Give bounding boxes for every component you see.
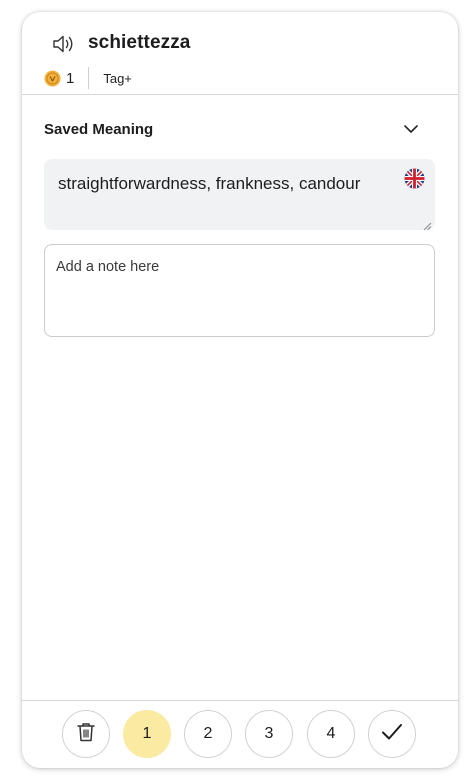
- resize-handle-icon[interactable]: [423, 218, 432, 231]
- delete-button[interactable]: [62, 710, 110, 758]
- trash-icon: [76, 721, 96, 748]
- note-input[interactable]: Add a note here: [44, 244, 435, 337]
- chevron-down-icon[interactable]: [402, 122, 420, 136]
- check-icon: [380, 721, 404, 748]
- coin-count: 1: [66, 69, 75, 87]
- coin-icon: [44, 70, 61, 87]
- uk-flag-icon[interactable]: [404, 168, 425, 189]
- note-placeholder: Add a note here: [56, 259, 160, 275]
- card-header: schiettezza 1 Tag+: [22, 12, 458, 95]
- saved-meaning-title: Saved Meaning: [44, 121, 154, 138]
- confirm-button[interactable]: [368, 710, 416, 758]
- meaning-field[interactable]: straightforwardness, frankness, candour: [44, 159, 435, 231]
- word-title: schiettezza: [88, 32, 191, 53]
- rating-3-button[interactable]: 3: [245, 710, 293, 758]
- review-footer: 1 2 3 4: [22, 700, 458, 768]
- rating-2-button[interactable]: 2: [184, 710, 232, 758]
- add-tag-button[interactable]: Tag+: [103, 71, 132, 86]
- word-card: schiettezza 1 Tag+ Saved Meaning straigh…: [22, 12, 458, 768]
- speaker-icon[interactable]: [50, 32, 76, 56]
- meta-divider: [88, 67, 90, 89]
- rating-4-button[interactable]: 4: [307, 710, 355, 758]
- meaning-text[interactable]: straightforwardness, frankness, candour: [58, 171, 388, 196]
- rating-1-button[interactable]: 1: [123, 710, 171, 758]
- word-meta: 1 Tag+: [44, 67, 132, 89]
